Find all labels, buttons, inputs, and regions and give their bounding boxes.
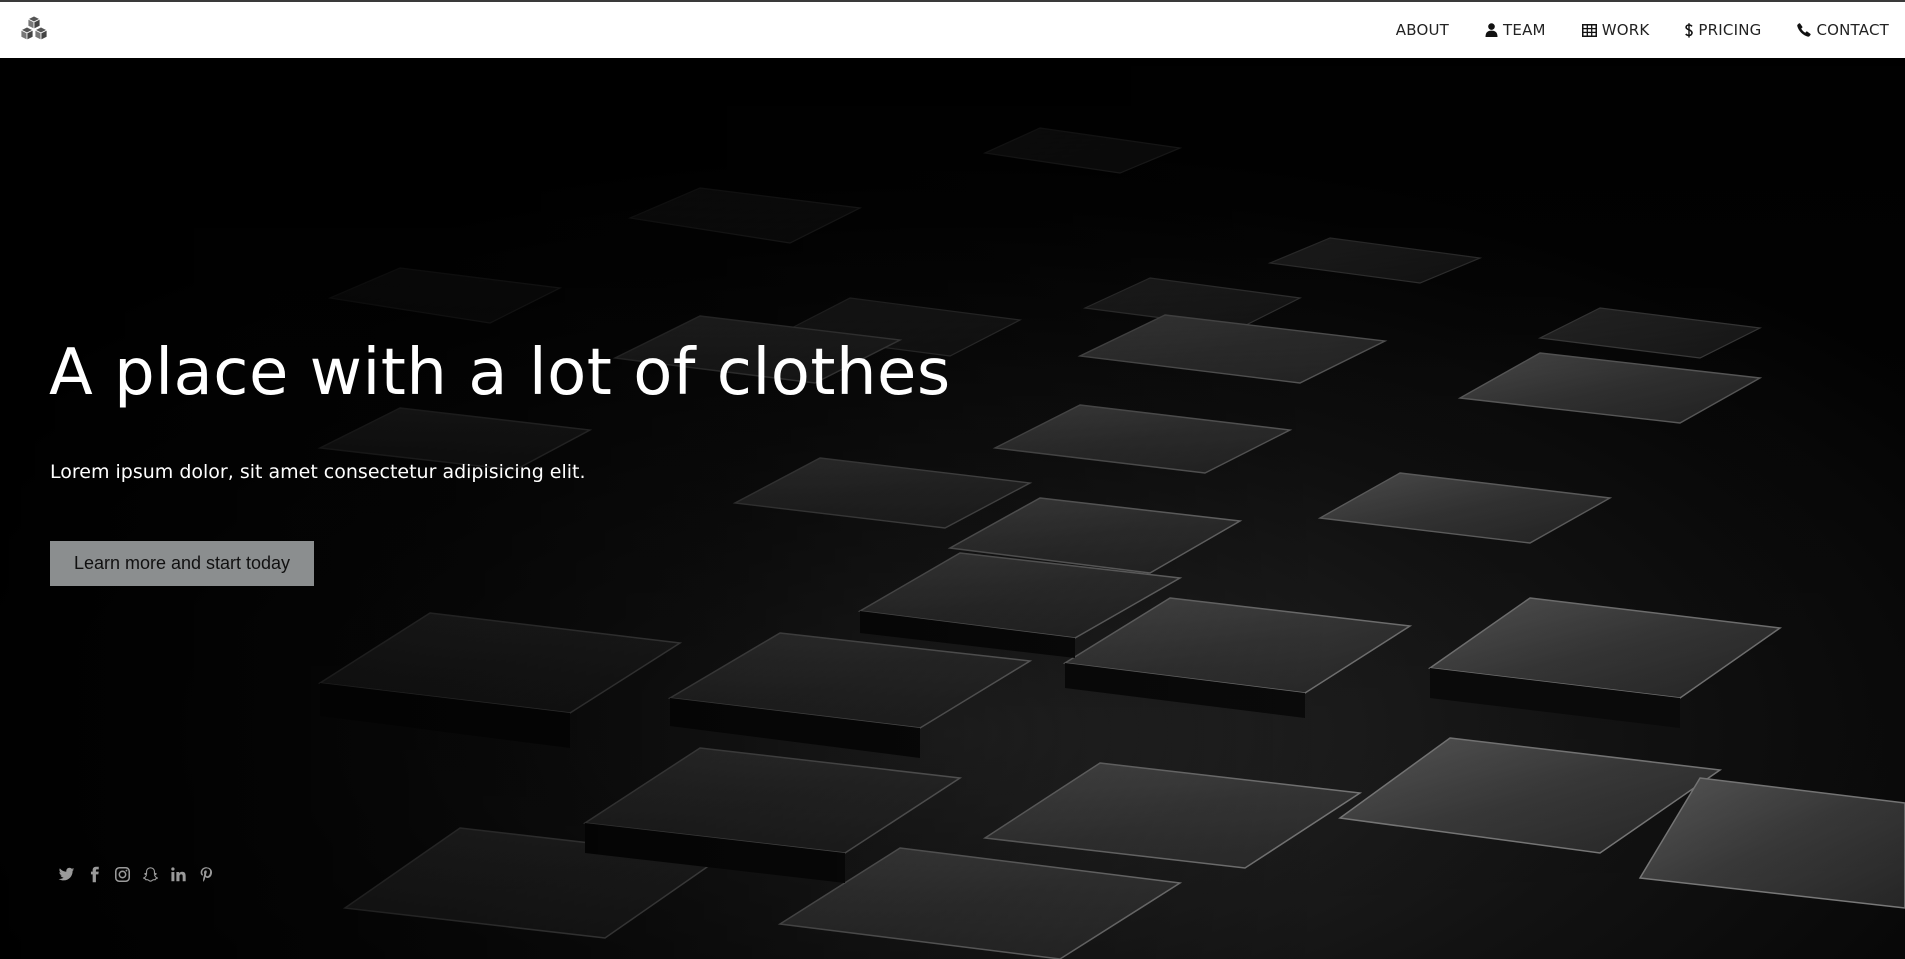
nav-contact[interactable]: CONTACT xyxy=(1797,21,1889,39)
nav-team[interactable]: TEAM xyxy=(1485,21,1546,39)
navbar: ABOUT TEAM WORK PRICING CONTACT xyxy=(0,2,1905,58)
hero-title: A place with a lot of clothes xyxy=(49,336,951,410)
nav-pricing[interactable]: PRICING xyxy=(1685,21,1761,39)
dollar-icon xyxy=(1685,22,1694,38)
nav-work[interactable]: WORK xyxy=(1581,21,1650,39)
nav-work-label: WORK xyxy=(1601,21,1650,39)
hero-subtitle: Lorem ipsum dolor, sit amet consectetur … xyxy=(50,461,586,483)
phone-icon xyxy=(1797,23,1812,37)
linkedin-icon[interactable] xyxy=(170,866,187,883)
cubes-logo-icon[interactable] xyxy=(18,14,50,46)
social-links xyxy=(58,866,215,883)
snapchat-icon[interactable] xyxy=(142,866,159,883)
nav-links: ABOUT TEAM WORK PRICING CONTACT xyxy=(1360,2,1889,58)
hero-section: A place with a lot of clothes Lorem ipsu… xyxy=(0,58,1905,959)
nav-contact-label: CONTACT xyxy=(1816,21,1889,39)
hero-background-cubes-image xyxy=(0,58,1905,959)
facebook-icon[interactable] xyxy=(86,866,103,883)
pinterest-icon[interactable] xyxy=(198,866,215,883)
user-icon xyxy=(1485,23,1498,37)
nav-about[interactable]: ABOUT xyxy=(1396,21,1449,39)
learn-more-button[interactable]: Learn more and start today xyxy=(50,541,314,586)
nav-team-label: TEAM xyxy=(1503,21,1546,39)
table-icon xyxy=(1581,23,1597,37)
nav-pricing-label: PRICING xyxy=(1698,21,1762,39)
instagram-icon[interactable] xyxy=(114,866,131,883)
twitter-icon[interactable] xyxy=(58,866,75,883)
nav-about-label: ABOUT xyxy=(1395,21,1450,39)
